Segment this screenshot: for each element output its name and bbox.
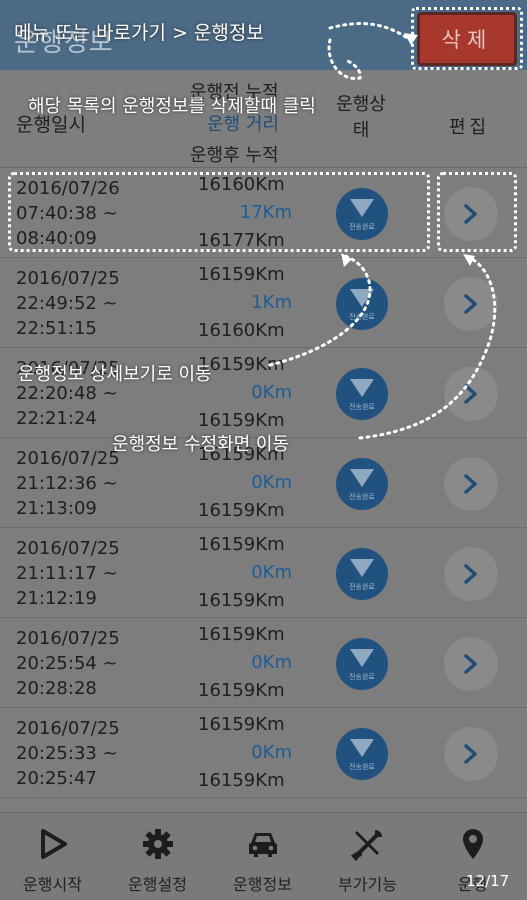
annotation-delete-hint: 해당 목록의 운행정보를 삭제할때 클릭 (28, 96, 316, 117)
annotation-menu-path: 메뉴 또는 바로가기 > 운행정보 (14, 22, 264, 44)
annotation-edit-hint: 운행정보 수정화면 이동 (112, 434, 290, 455)
annotation-detail-hint: 운행정보 상세보기로 이동 (18, 364, 212, 385)
